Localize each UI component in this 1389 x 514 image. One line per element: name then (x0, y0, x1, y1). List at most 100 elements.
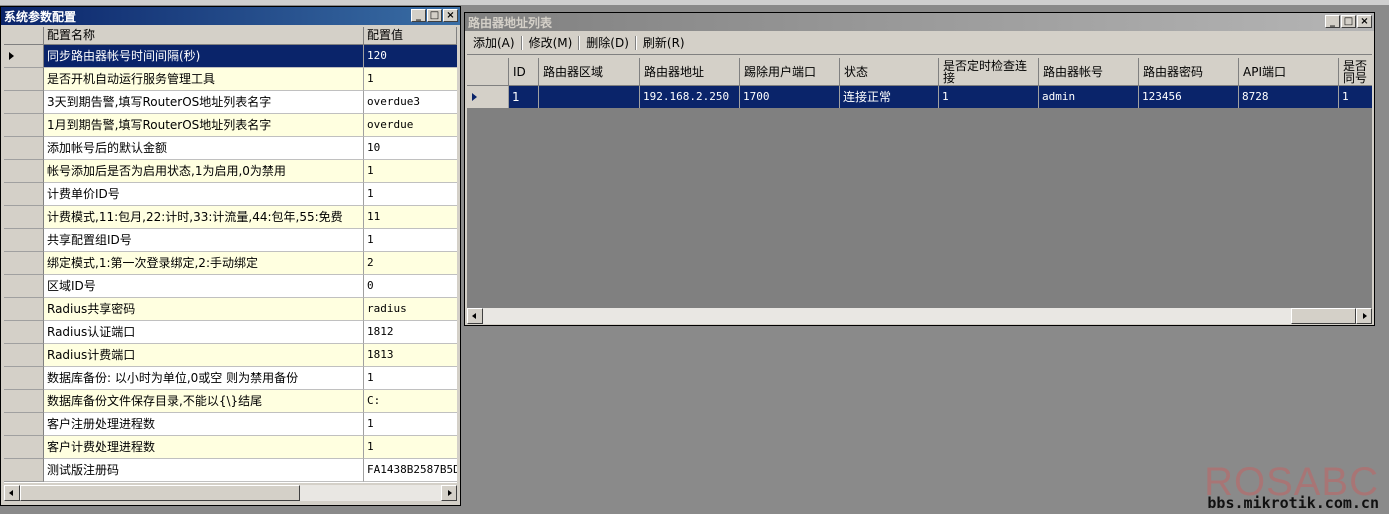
table-row[interactable]: 1 192.168.2.250 1700 连接正常 1 admin 123456… (467, 86, 1372, 108)
table-row[interactable]: 测试版注册码FA1438B2587B5DE0 (4, 459, 457, 482)
row-selector[interactable] (4, 459, 44, 482)
config-name-cell[interactable]: 同步路由器帐号时间间隔(秒) (44, 45, 364, 68)
config-name-cell[interactable]: 客户注册处理进程数 (44, 413, 364, 436)
scroll-thumb[interactable] (20, 485, 300, 501)
config-window-titlebar[interactable]: 系统参数配置 _ □ × (1, 7, 460, 25)
row-selector[interactable] (4, 183, 44, 206)
config-name-cell[interactable]: 数据库备份文件保存目录,不能以{\}结尾 (44, 390, 364, 413)
column-header-area[interactable]: 路由器区域 (539, 58, 640, 86)
config-name-cell[interactable]: 计费模式,11:包月,22:计时,33:计流量,44:包年,55:免费 (44, 206, 364, 229)
table-row[interactable]: Radius计费端口 1813 (4, 344, 457, 367)
table-row[interactable]: Radius共享密码 radius (4, 298, 457, 321)
config-value-cell[interactable]: 1813 (364, 344, 457, 367)
config-value-cell[interactable]: FA1438B2587B5DE0 (364, 459, 457, 482)
column-header-sync[interactable]: 是否同号 (1339, 58, 1372, 86)
config-name-cell[interactable]: 是否开机自动运行服务管理工具 (44, 68, 364, 91)
refresh-button[interactable]: 刷新(R) (637, 33, 691, 53)
row-selector[interactable] (4, 390, 44, 413)
scroll-left-button[interactable] (4, 485, 20, 501)
row-selector[interactable] (4, 137, 44, 160)
config-grid[interactable]: 配置名称 配置值 同步路由器帐号时间间隔(秒) 120 是否开机自动运行服务管理工具… (4, 27, 457, 483)
table-row[interactable]: 3天到期告警,填写RouterOS地址列表名字 overdue3 (4, 91, 457, 114)
column-header-address[interactable]: 路由器地址 (640, 58, 740, 86)
config-horizontal-scrollbar[interactable] (4, 485, 457, 501)
config-value-cell[interactable]: 1 (364, 413, 457, 436)
row-selector[interactable] (4, 367, 44, 390)
config-name-cell[interactable]: 区域ID号 (44, 275, 364, 298)
maximize-icon[interactable]: □ (427, 9, 442, 22)
row-selector[interactable] (4, 275, 44, 298)
config-name-cell[interactable]: 帐号添加后是否为启用状态,1为启用,0为禁用 (44, 160, 364, 183)
row-selector[interactable] (4, 229, 44, 252)
config-name-cell[interactable]: Radius认证端口 (44, 321, 364, 344)
cell-status[interactable]: 连接正常 (840, 86, 939, 108)
scroll-left-button[interactable] (467, 308, 483, 324)
row-selector[interactable] (4, 413, 44, 436)
config-name-cell[interactable]: Radius共享密码 (44, 298, 364, 321)
router-grid[interactable]: ID 路由器区域 路由器地址 踢除用户端口 状态 是否定时检查连接 路由器帐号 … (467, 58, 1372, 308)
cell-sync[interactable]: 1 (1339, 86, 1372, 108)
maximize-icon[interactable]: □ (1341, 15, 1356, 28)
config-value-cell[interactable]: 1812 (364, 321, 457, 344)
config-name-cell[interactable]: 客户计费处理进程数 (44, 436, 364, 459)
cell-id[interactable]: 1 (509, 86, 539, 108)
table-row[interactable]: 区域ID号 0 (4, 275, 457, 298)
column-header-kick-port[interactable]: 踢除用户端口 (740, 58, 840, 86)
column-header-id[interactable]: ID (509, 58, 539, 86)
close-icon[interactable]: × (443, 9, 458, 22)
config-name-cell[interactable]: 3天到期告警,填写RouterOS地址列表名字 (44, 91, 364, 114)
row-selector[interactable] (4, 436, 44, 459)
config-value-cell[interactable]: C: (364, 390, 457, 413)
scroll-thumb[interactable] (1291, 308, 1356, 324)
row-selector[interactable] (4, 45, 44, 68)
table-row[interactable]: 共享配置组ID号 1 (4, 229, 457, 252)
minimize-icon[interactable]: _ (1325, 15, 1340, 28)
config-name-cell[interactable]: 测试版注册码 (44, 459, 364, 482)
close-icon[interactable]: × (1357, 15, 1372, 28)
table-row[interactable]: 同步路由器帐号时间间隔(秒) 120 (4, 45, 457, 68)
cell-password[interactable]: 123456 (1139, 86, 1239, 108)
cell-api-port[interactable]: 8728 (1239, 86, 1339, 108)
table-row[interactable]: 帐号添加后是否为启用状态,1为启用,0为禁用 1 (4, 160, 457, 183)
config-value-cell[interactable]: overdue3 (364, 91, 457, 114)
table-row[interactable]: 计费单价ID号 1 (4, 183, 457, 206)
config-value-cell[interactable]: 0 (364, 275, 457, 298)
table-row[interactable]: 数据库备份文件保存目录,不能以{\}结尾 C: (4, 390, 457, 413)
table-row[interactable]: 添加帐号后的默认金额 10 (4, 137, 457, 160)
config-name-cell[interactable]: 添加帐号后的默认金额 (44, 137, 364, 160)
row-selector[interactable] (4, 91, 44, 114)
table-row[interactable]: Radius认证端口 1812 (4, 321, 457, 344)
table-row[interactable]: 1月到期告警,填写RouterOS地址列表名字 overdue (4, 114, 457, 137)
config-name-cell[interactable]: 绑定模式,1:第一次登录绑定,2:手动绑定 (44, 252, 364, 275)
config-value-cell[interactable]: radius (364, 298, 457, 321)
config-name-cell[interactable]: 1月到期告警,填写RouterOS地址列表名字 (44, 114, 364, 137)
table-row[interactable]: 数据库备份: 以小时为单位,0或空 则为禁用备份 1 (4, 367, 457, 390)
column-header-status[interactable]: 状态 (840, 58, 939, 86)
column-header-password[interactable]: 路由器密码 (1139, 58, 1239, 86)
scroll-right-button[interactable] (441, 485, 457, 501)
scroll-right-button[interactable] (1356, 308, 1372, 324)
config-name-cell[interactable]: Radius计费端口 (44, 344, 364, 367)
table-row[interactable]: 计费模式,11:包月,22:计时,33:计流量,44:包年,55:免费 11 (4, 206, 457, 229)
table-row[interactable]: 绑定模式,1:第一次登录绑定,2:手动绑定 2 (4, 252, 457, 275)
row-selector[interactable] (4, 252, 44, 275)
config-value-cell[interactable]: 11 (364, 206, 457, 229)
column-header-account[interactable]: 路由器帐号 (1039, 58, 1139, 86)
column-header-api-port[interactable]: API端口 (1239, 58, 1339, 86)
config-value-cell[interactable]: 120 (364, 45, 457, 68)
column-header-value[interactable]: 配置值 (364, 27, 457, 45)
column-header-check[interactable]: 是否定时检查连接 (939, 58, 1039, 86)
row-selector[interactable] (4, 114, 44, 137)
config-value-cell[interactable]: overdue (364, 114, 457, 137)
table-row[interactable]: 客户计费处理进程数 1 (4, 436, 457, 459)
cell-account[interactable]: admin (1039, 86, 1139, 108)
add-button[interactable]: 添加(A) (467, 33, 521, 53)
config-value-cell[interactable]: 2 (364, 252, 457, 275)
table-row[interactable]: 客户注册处理进程数 1 (4, 413, 457, 436)
cell-check[interactable]: 1 (939, 86, 1039, 108)
config-name-cell[interactable]: 共享配置组ID号 (44, 229, 364, 252)
row-selector[interactable] (4, 160, 44, 183)
edit-button[interactable]: 修改(M) (523, 33, 579, 53)
cell-area[interactable] (539, 86, 640, 108)
config-value-cell[interactable]: 1 (364, 367, 457, 390)
